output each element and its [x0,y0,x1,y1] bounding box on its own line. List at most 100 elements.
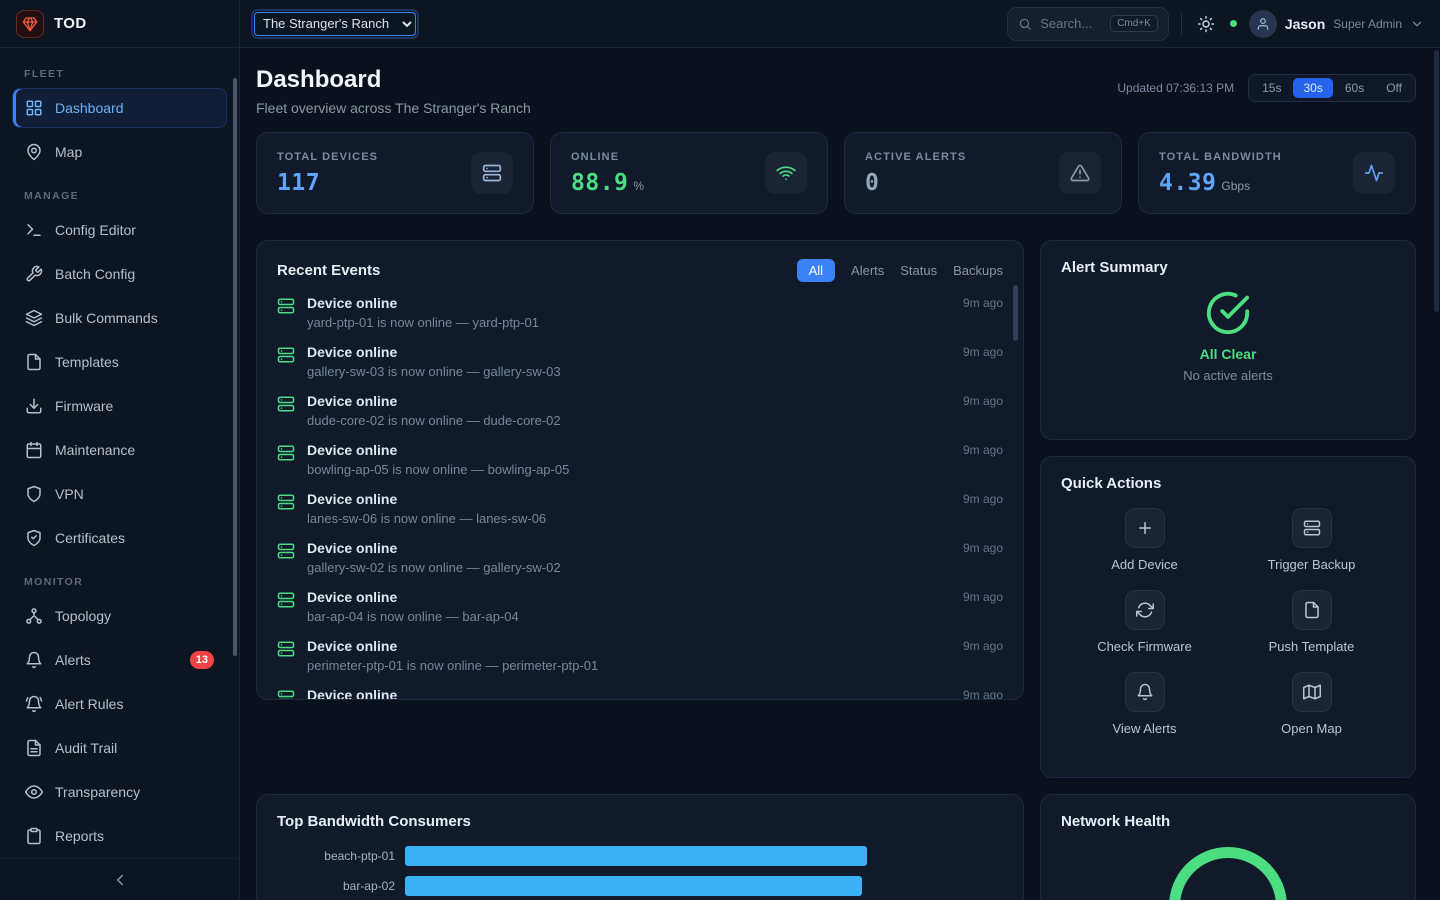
user-role: Super Admin [1333,17,1402,31]
event-title: Device online [307,343,561,361]
sidebar-item-templates[interactable]: Templates [12,342,227,382]
event-row[interactable]: Device online bar-ap-04 is now online — … [277,582,1003,631]
event-title: Device online [307,588,519,606]
bell-ring-icon [25,695,43,713]
sidebar-item-vpn[interactable]: VPN [12,474,227,514]
nav-section-label: MONITOR [24,576,215,588]
chevron-down-icon [1410,17,1424,31]
stat-value: 4.39 [1159,170,1216,196]
server-icon [277,395,295,413]
terminal-icon [25,221,43,239]
sidebar-item-reports[interactable]: Reports [12,816,227,856]
events-scrollbar[interactable] [1013,285,1018,341]
event-row[interactable]: Device online gallery-sw-03 is now onlin… [277,337,1003,386]
refresh-option-30s[interactable]: 30s [1293,78,1332,98]
event-row[interactable]: Device online bowling-ap-05 is now onlin… [277,435,1003,484]
quick-action-add-device[interactable]: Add Device [1061,508,1228,572]
bandwidth-card: Top Bandwidth Consumers beach-ptp-01 [256,794,1024,900]
stat-label: ONLINE [571,151,644,163]
map-icon [1292,672,1332,712]
stat-value: 0 [865,170,879,196]
quick-action-check-firmware[interactable]: Check Firmware [1061,590,1228,654]
event-time: 9m ago [963,686,1003,700]
quick-action-push-template[interactable]: Push Template [1228,590,1395,654]
event-title: Device online [307,539,561,557]
network-health-title: Network Health [1061,813,1395,830]
page-scrollbar[interactable] [1434,50,1439,312]
refresh-option-15s[interactable]: 15s [1252,78,1291,98]
server-icon [277,297,295,315]
event-row[interactable]: Device online 9m ago [277,680,1003,700]
events-tab-all[interactable]: All [797,259,835,282]
bandwidth-bar-track [405,876,867,896]
chevron-left-icon [111,871,129,889]
alert-status-detail: No active alerts [1183,368,1273,383]
event-row[interactable]: Device online dude-core-02 is now online… [277,386,1003,435]
quick-action-view-alerts[interactable]: View Alerts [1061,672,1228,736]
map-pin-icon [25,143,43,161]
search-input[interactable] [1040,16,1102,31]
sidebar-item-map[interactable]: Map [12,132,227,172]
event-row[interactable]: Device online lanes-sw-06 is now online … [277,484,1003,533]
event-title: Device online [307,441,569,459]
quick-action-trigger-backup[interactable]: Trigger Backup [1228,508,1395,572]
alert-status: All Clear [1200,346,1257,362]
refresh-option-off[interactable]: Off [1376,78,1412,98]
sidebar-item-audit-trail[interactable]: Audit Trail [12,728,227,768]
sidebar-item-certificates[interactable]: Certificates [12,518,227,558]
plus-icon [1125,508,1165,548]
recent-events-card: Recent Events All Alerts Status Backups [256,240,1024,700]
search-box[interactable]: Cmd+K [1007,7,1169,41]
sidebar-item-alerts[interactable]: Alerts 13 [12,640,227,680]
stat-value: 88.9 [571,170,628,196]
bandwidth-device-label: beach-ptp-01 [277,849,395,863]
nav-section-label: FLEET [24,68,215,80]
sidebar-item-transparency[interactable]: Transparency [12,772,227,812]
refresh-option-60s[interactable]: 60s [1335,78,1374,98]
site-selector[interactable]: The Stranger's Ranch [254,12,416,36]
server-icon [277,591,295,609]
event-time: 9m ago [963,539,1003,555]
alert-summary-card: Alert Summary All Clear No active alerts [1040,240,1416,440]
sidebar-item-dashboard[interactable]: Dashboard [12,88,227,128]
refresh-interval-control: 15s 30s 60s Off [1248,74,1416,102]
event-detail: gallery-sw-03 is now online — gallery-sw… [307,364,561,380]
server-icon [277,346,295,364]
file-icon [25,353,43,371]
bandwidth-title: Top Bandwidth Consumers [277,813,1003,830]
theme-toggle-button[interactable] [1194,12,1218,36]
quick-actions-grid: Add Device Trigger Backup Ch [1061,508,1395,736]
events-tab-status[interactable]: Status [900,263,937,278]
event-detail: gallery-sw-02 is now online — gallery-sw… [307,560,561,576]
topbar: The Stranger's Ranch Cmd+K Jason [240,0,1440,48]
sidebar-item-maintenance[interactable]: Maintenance [12,430,227,470]
user-menu[interactable]: Jason Super Admin [1249,10,1424,38]
sidebar-collapse-button[interactable] [0,858,239,900]
event-row[interactable]: Device online yard-ptp-01 is now online … [277,288,1003,337]
count-badge: 13 [190,651,214,669]
events-tab-backups[interactable]: Backups [953,263,1003,278]
sidebar-item-firmware[interactable]: Firmware [12,386,227,426]
events-tab-alerts[interactable]: Alerts [851,263,884,278]
sidebar-scrollbar[interactable] [233,78,237,656]
event-detail: dude-core-02 is now online — dude-core-0… [307,413,561,429]
search-icon [1018,17,1032,31]
events-filter-tabs: All Alerts Status Backups [797,259,1003,282]
bandwidth-bar-track [405,846,867,866]
alert-summary-body: All Clear No active alerts [1061,290,1395,383]
events-list: Device online yard-ptp-01 is now online … [277,288,1003,700]
event-row[interactable]: Device online gallery-sw-02 is now onlin… [277,533,1003,582]
sidebar-item-config-editor[interactable]: Config Editor [12,210,227,250]
sidebar-item-bulk-commands[interactable]: Bulk Commands [12,298,227,338]
status-dot [1230,20,1237,27]
sidebar-item-batch-config[interactable]: Batch Config [12,254,227,294]
event-time: 9m ago [963,637,1003,653]
event-time: 9m ago [963,294,1003,310]
event-body: Device online perimeter-ptp-01 is now on… [307,637,598,674]
page-title-block: Dashboard Fleet overview across The Stra… [256,66,531,116]
event-row[interactable]: Device online perimeter-ptp-01 is now on… [277,631,1003,680]
sidebar-item-alert-rules[interactable]: Alert Rules [12,684,227,724]
quick-action-open-map[interactable]: Open Map [1228,672,1395,736]
event-title: Device online [307,686,397,700]
sidebar-item-topology[interactable]: Topology [12,596,227,636]
